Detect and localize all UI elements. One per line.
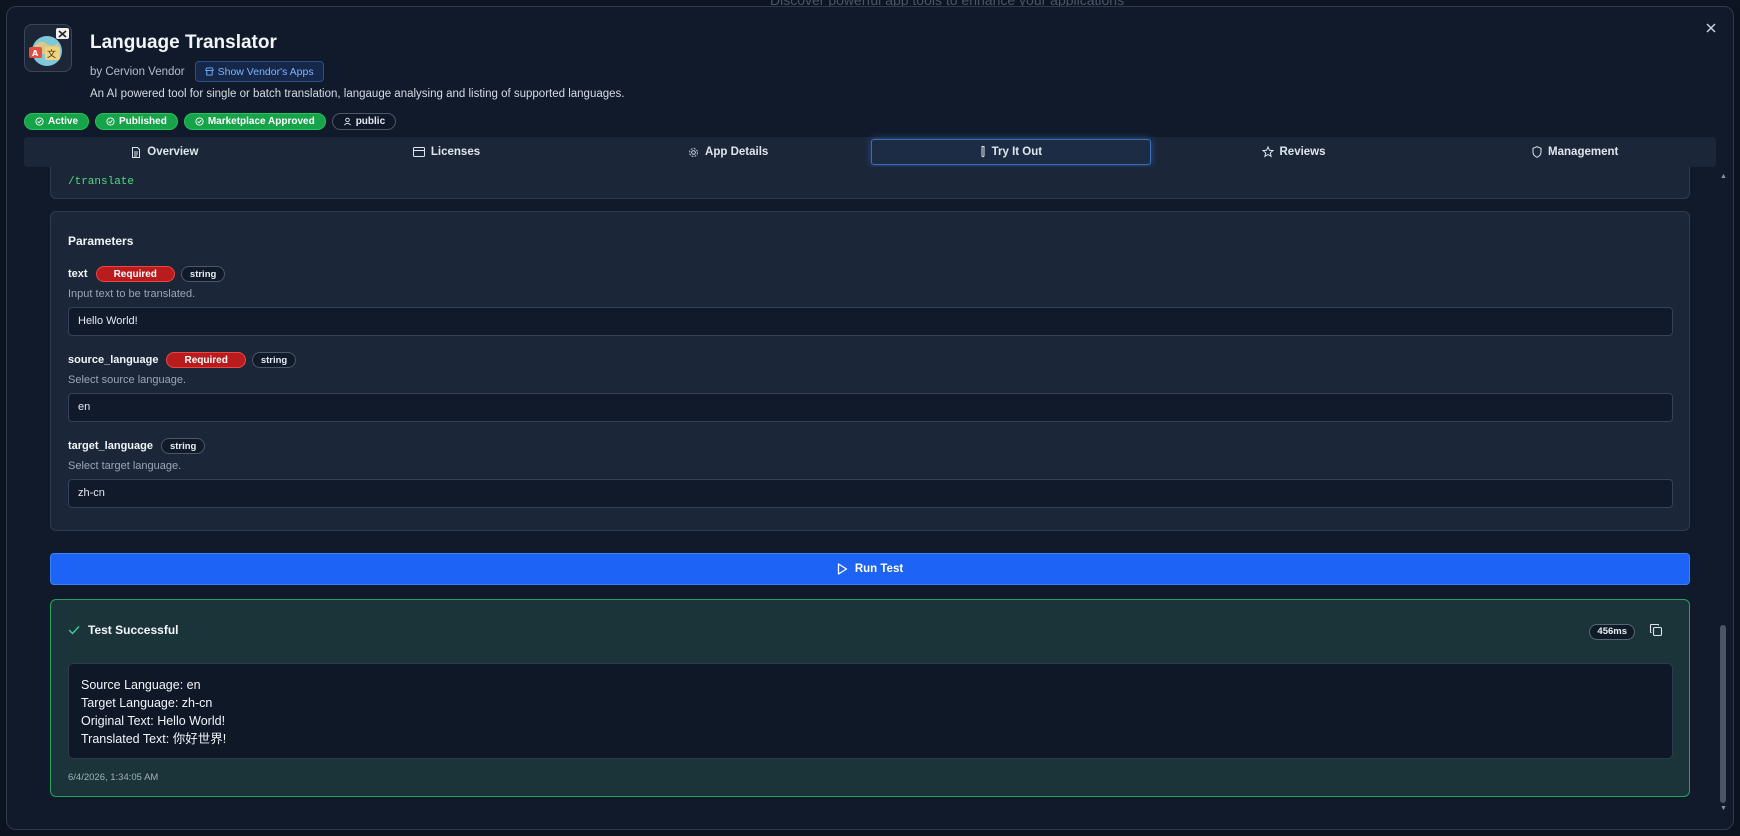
param-header: source_language Required string	[68, 351, 1673, 369]
param-name: text	[68, 268, 88, 280]
tab-licenses[interactable]: Licenses	[308, 139, 586, 165]
credit-card-icon	[412, 147, 425, 157]
tab-management[interactable]: Management	[1436, 139, 1714, 165]
run-test-label: Run Test	[854, 563, 904, 575]
tab-label: Try It Out	[991, 146, 1043, 158]
check-circle-icon	[35, 117, 44, 126]
param-header: text Required string	[68, 265, 1673, 283]
result-line: Target Language: zh-cn	[81, 696, 213, 710]
required-badge: Required	[166, 352, 246, 368]
result-output: Source Language: en Target Language: zh-…	[68, 663, 1673, 759]
status-badge-published: Published	[95, 113, 178, 130]
param-text: text Required string Input text to be tr…	[68, 265, 1673, 336]
type-badge: string	[180, 266, 226, 282]
shield-icon	[1532, 146, 1542, 158]
test-result-card: Test Successful 456ms Source Language: e…	[50, 599, 1690, 797]
duration-badge: 456ms	[1589, 624, 1635, 640]
parameters-title: Parameters	[68, 234, 134, 248]
result-timestamp: 6/4/2026, 1:34:05 AM	[68, 772, 159, 783]
param-target-language: target_language string Select target lan…	[68, 437, 1673, 508]
required-badge: Required	[95, 266, 175, 282]
param-source-language: source_language Required string Select s…	[68, 351, 1673, 422]
try-it-out-panel: /translate Parameters text Required stri…	[24, 167, 1710, 819]
tab-app-details[interactable]: App Details	[589, 139, 867, 165]
test-tube-icon	[981, 146, 985, 158]
star-icon	[1261, 146, 1274, 158]
close-icon	[1706, 23, 1716, 33]
param-header: target_language string	[68, 437, 1673, 455]
tab-label: App Details	[705, 146, 769, 158]
param-description: Select source language.	[68, 374, 187, 386]
app-details-modal: A 文 Language Translator by Cervion Vendo…	[6, 6, 1734, 830]
status-badge-label: public	[355, 116, 386, 127]
parameters-card: Parameters text Required string Input te…	[50, 211, 1690, 531]
tab-label: Overview	[147, 146, 199, 158]
store-icon	[205, 67, 214, 76]
tab-overview[interactable]: Overview	[26, 139, 304, 165]
svg-text:A: A	[32, 49, 39, 58]
user-icon	[343, 117, 351, 126]
tab-label: Reviews	[1279, 146, 1326, 158]
result-line: Source Language: en	[81, 678, 201, 692]
tab-try-it-out[interactable]: Try It Out	[871, 139, 1151, 165]
check-circle-icon	[195, 117, 204, 126]
status-badge-label: Marketplace Approved	[207, 116, 315, 127]
close-button[interactable]	[1701, 19, 1721, 39]
result-title: Test Successful	[88, 623, 179, 637]
scrollbar[interactable]: ▲ ▼	[1719, 173, 1727, 813]
result-header: Test Successful	[68, 623, 178, 637]
show-vendor-apps-label: Show Vendor's Apps	[217, 65, 314, 78]
translate-globe-icon: A 文	[24, 24, 72, 72]
tab-label: Licenses	[430, 146, 481, 158]
status-badge-label: Active	[48, 116, 79, 127]
endpoint-card: /translate	[50, 167, 1690, 199]
app-description: An AI powered tool for single or batch t…	[90, 88, 625, 100]
scroll-down-icon[interactable]: ▼	[1720, 805, 1727, 812]
vendor-name: by Cervion Vendor	[90, 65, 185, 78]
result-line: Original Text: Hello World!	[81, 714, 226, 728]
text-input[interactable]: Hello World!	[68, 307, 1673, 336]
param-name: source_language	[68, 354, 159, 366]
gear-icon	[689, 147, 698, 157]
show-vendor-apps-button[interactable]: Show Vendor's Apps	[194, 61, 324, 82]
tab-label: Management	[1548, 146, 1619, 158]
tab-reviews[interactable]: Reviews	[1155, 139, 1433, 165]
status-badge-marketplace-approved: Marketplace Approved	[183, 113, 326, 130]
play-icon	[837, 563, 847, 575]
svg-text:文: 文	[47, 48, 56, 60]
tab-bar: Overview Licenses App Details Try It Out…	[24, 137, 1716, 167]
result-line: Translated Text: 你好世界!	[81, 732, 227, 746]
status-badge-public: public	[331, 113, 397, 130]
param-description: Select target language.	[68, 460, 182, 472]
status-badge-label: Published	[119, 116, 167, 127]
type-badge: string	[251, 352, 297, 368]
scroll-up-icon[interactable]: ▲	[1720, 173, 1727, 180]
check-circle-icon	[106, 117, 115, 126]
endpoint-path: /translate	[68, 176, 135, 188]
status-badge-active: Active	[24, 113, 90, 130]
copy-result-button[interactable]	[1649, 623, 1667, 641]
app-title: Language Translator	[90, 32, 277, 53]
document-icon	[132, 146, 141, 158]
param-name: target_language	[68, 440, 153, 452]
source-language-input[interactable]: en	[68, 393, 1673, 422]
run-test-button[interactable]: Run Test	[50, 553, 1690, 585]
status-badges: Active Published Marketplace Approved pu…	[24, 113, 397, 130]
checkmark-icon	[68, 626, 80, 635]
scrollbar-thumb[interactable]	[1720, 625, 1726, 803]
type-badge: string	[160, 438, 206, 454]
target-language-input[interactable]: zh-cn	[68, 479, 1673, 508]
vendor-row: by Cervion Vendor Show Vendor's Apps	[90, 61, 324, 82]
copy-icon	[1649, 623, 1663, 637]
param-description: Input text to be translated.	[68, 288, 196, 300]
